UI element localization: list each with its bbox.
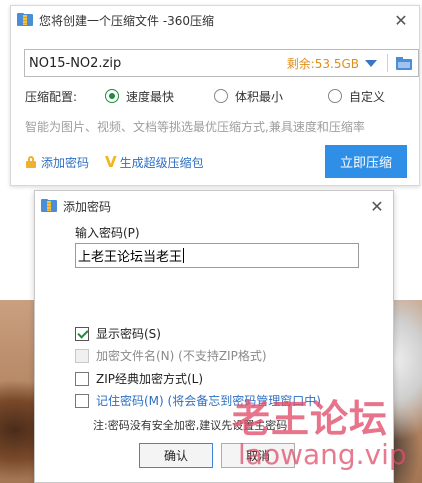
- password-label: 输入密码(P): [75, 226, 140, 240]
- zip-classic-encryption-checkbox[interactable]: ZIP经典加密方式(L): [75, 370, 203, 387]
- compress-now-button[interactable]: 立即压缩: [325, 145, 407, 178]
- browse-folder-icon[interactable]: [396, 56, 412, 70]
- super-zip-link[interactable]: V 生成超级压缩包: [89, 153, 204, 171]
- free-space-label: 剩余:53.5GB: [286, 56, 359, 71]
- super-zip-label: 生成超级压缩包: [119, 155, 204, 170]
- compress-window-title-bar: 您将创建一个压缩文件 -360压缩: [11, 6, 419, 34]
- checkbox-label: ZIP经典加密方式(L): [96, 372, 204, 386]
- option-custom[interactable]: 自定义: [328, 88, 385, 105]
- close-icon[interactable]: ✕: [383, 6, 419, 34]
- option-fastest[interactable]: 速度最快: [105, 88, 174, 105]
- zip-folder-icon: [17, 13, 33, 27]
- password-value: 上老王论坛当老王: [78, 250, 183, 265]
- watermark-en: laowang.vip: [238, 438, 407, 471]
- confirm-button[interactable]: 确认: [139, 443, 213, 468]
- text-caret: [183, 248, 185, 263]
- radio-checked-icon[interactable]: [105, 89, 119, 103]
- checkbox-disabled-icon: [75, 348, 89, 363]
- option-label: 速度最快: [126, 89, 175, 104]
- encrypt-filename-checkbox: 加密文件名(N) (不支持ZIP格式): [75, 347, 267, 364]
- add-password-label: 添加密码: [41, 155, 90, 170]
- compress-config-row: 压缩配置: 速度最快 体积最小 自定义: [25, 86, 415, 106]
- bottom-links: 添加密码 V 生成超级压缩包: [25, 152, 204, 172]
- checkbox-icon[interactable]: [75, 393, 89, 408]
- window-title: 您将创建一个压缩文件 -360压缩: [39, 13, 215, 28]
- compress-window: 您将创建一个压缩文件 -360压缩 ✕ NO15-NO2.zip 剩余:53.5…: [10, 5, 420, 186]
- watermark-cn: 老王论坛: [232, 397, 389, 441]
- radio-icon[interactable]: [328, 89, 342, 103]
- dropdown-arrow-icon[interactable]: [365, 59, 377, 67]
- radio-icon[interactable]: [214, 89, 228, 103]
- checkbox-label: 加密文件名(N) (不支持ZIP格式): [96, 349, 267, 363]
- option-smallest[interactable]: 体积最小: [214, 88, 283, 105]
- dialog-title: 添加密码: [63, 199, 112, 214]
- hint-text: 智能为图片、视频、文档等挑选最优压缩方式,兼具速度和压缩率: [25, 120, 365, 134]
- add-password-link[interactable]: 添加密码: [25, 154, 89, 171]
- checkbox-icon[interactable]: [75, 371, 89, 386]
- dialog-title-bar: 添加密码: [35, 191, 393, 221]
- checkbox-checked-icon[interactable]: [75, 326, 89, 341]
- lock-icon: [25, 156, 37, 168]
- v-badge-icon: V: [105, 153, 117, 171]
- close-icon[interactable]: ✕: [361, 191, 393, 221]
- config-label: 压缩配置:: [25, 89, 78, 104]
- option-label: 自定义: [349, 89, 386, 104]
- file-name-text[interactable]: NO15-NO2.zip: [25, 56, 287, 71]
- output-path-field[interactable]: NO15-NO2.zip 剩余:53.5GB: [24, 49, 419, 77]
- option-label: 体积最小: [235, 89, 284, 104]
- divider: [387, 54, 388, 72]
- show-password-checkbox[interactable]: 显示密码(S): [75, 325, 161, 342]
- password-input[interactable]: 上老王论坛当老王: [75, 243, 359, 268]
- zip-folder-icon: [41, 199, 57, 213]
- checkbox-label: 显示密码(S): [96, 327, 161, 341]
